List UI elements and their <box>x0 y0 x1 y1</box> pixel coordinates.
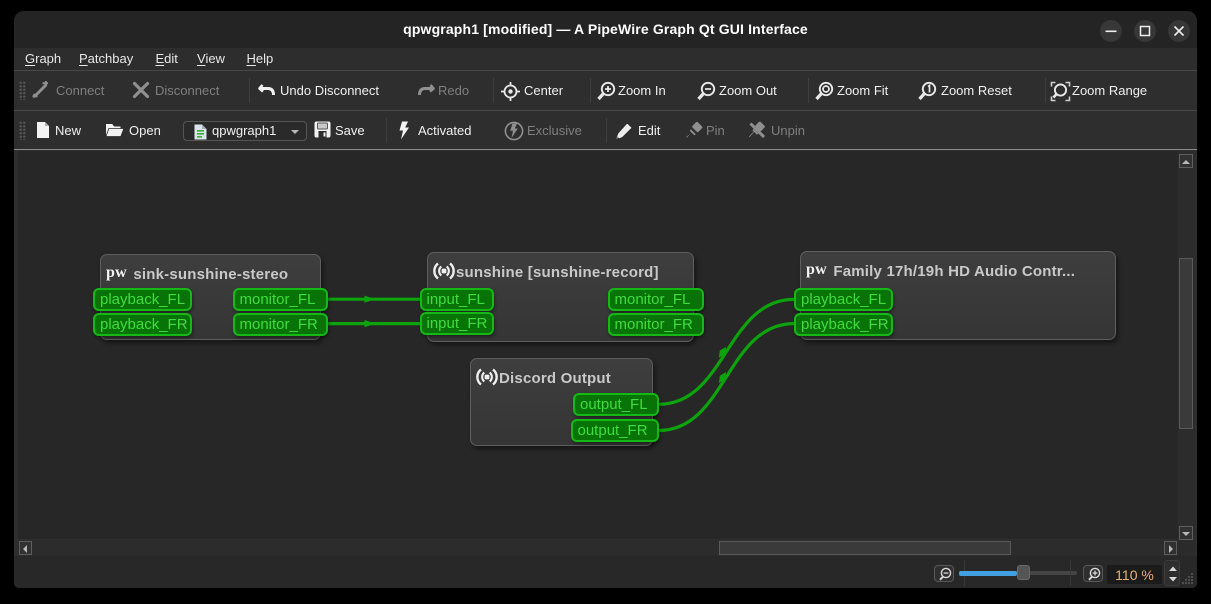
svg-text:pw: pw <box>806 261 827 278</box>
svg-text:pw: pw <box>106 264 127 281</box>
